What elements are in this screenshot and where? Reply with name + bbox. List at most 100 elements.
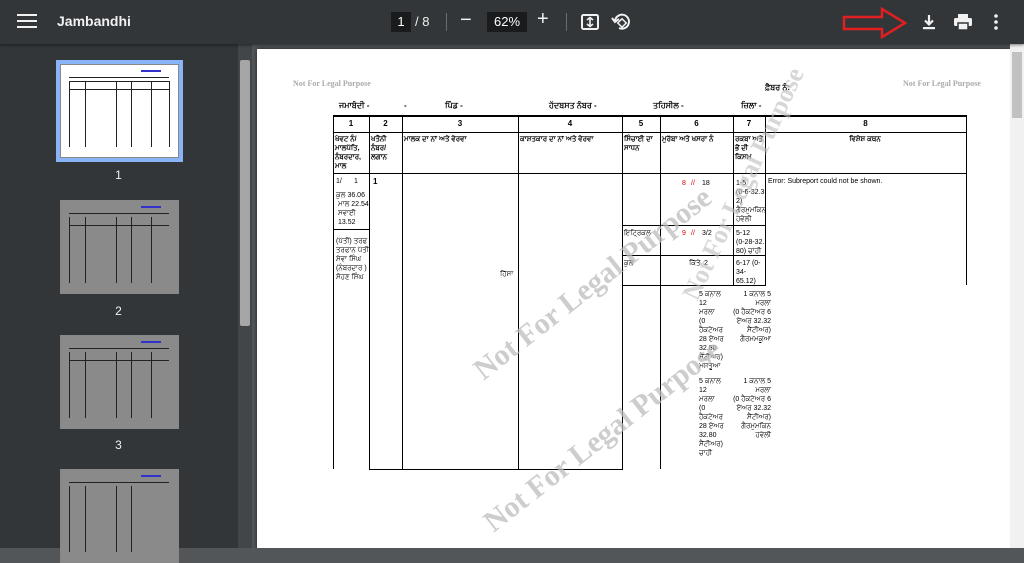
more-options-icon[interactable] bbox=[993, 14, 999, 35]
zoom-level-input[interactable]: 62% bbox=[487, 12, 527, 32]
column-number: 8 bbox=[863, 119, 868, 128]
pdf-toolbar: Jambandhi 1 / 8 − 62% + bbox=[0, 0, 1024, 44]
khatoni-number: 1 bbox=[373, 177, 378, 186]
share-value: ਮਰਲਾ bbox=[755, 387, 771, 394]
share-value: ਸੈਂਟੀਅਰ) bbox=[699, 441, 723, 448]
thumbnail-sidebar: 1 2 3 bbox=[0, 44, 238, 563]
column-number: 6 bbox=[694, 119, 699, 128]
table-border bbox=[966, 115, 967, 285]
area-value: 5-12 bbox=[736, 230, 751, 237]
watermark-text: Not For Legal Purpose bbox=[903, 79, 981, 88]
column-number: 5 bbox=[638, 119, 644, 128]
col1-value: (ਪੱਤੀ) ਤਰਫ bbox=[336, 238, 368, 245]
zoom-out-button[interactable]: − bbox=[460, 9, 472, 32]
share-value: 12 bbox=[699, 387, 707, 394]
header-field: - bbox=[404, 101, 407, 110]
col1-value: ਸੋਹਣ ਸਿੰਘ bbox=[336, 274, 364, 281]
share-value: ਹੈਕਟੇਅਰ bbox=[699, 327, 723, 334]
share-value: ਸੈਂਟੀਅਰ) bbox=[747, 327, 771, 334]
share-value: ਹਵੇਲੀ bbox=[755, 432, 771, 439]
owner-note: ਹਿੱਸਾ bbox=[500, 271, 514, 278]
col1-value: ਸੇਵਾ ਸਿੰਘ bbox=[336, 256, 362, 263]
share-value: (0 bbox=[699, 405, 706, 412]
toolbar-divider bbox=[566, 13, 567, 31]
share-value: ਮਰਲਾ bbox=[755, 300, 771, 307]
toolbar-divider bbox=[446, 13, 447, 31]
khewat-number: 1/ bbox=[336, 178, 342, 185]
column-number: 4 bbox=[567, 119, 573, 128]
share-value: (0 ਹੈਕਟੇਅਰ 6 bbox=[733, 309, 771, 316]
table-border bbox=[333, 229, 369, 230]
viewer-scrollbar-thumb[interactable] bbox=[1012, 52, 1022, 118]
header-field: ਜਮਾਬੰਦੀ - bbox=[339, 101, 370, 110]
column-header: ਮਾਲਕ ਦਾ ਨਾਂ ਅਤੇ ਵੇਰਵਾ bbox=[404, 136, 467, 143]
header-field: ਜ਼ਿਲਾ - bbox=[741, 101, 762, 110]
table-border bbox=[333, 173, 966, 174]
area-value: 6-17 (0- bbox=[736, 260, 761, 267]
col1-value: (ਨੰਬਰਦਾਰ ) bbox=[336, 265, 367, 272]
share-value: 28 ਏਅਰ bbox=[699, 423, 724, 430]
page-count: / 8 bbox=[415, 14, 430, 29]
col1-value: ਤਰਫਾਨ ਪੱਤੀ bbox=[336, 247, 369, 254]
share-value: 32.80 bbox=[699, 432, 717, 439]
share-value: ਏਅਰ 32.32 bbox=[736, 318, 771, 325]
column-header: ਖੇਵਟ ਨੰ/ ਮਾਲਪੱਤਿ, ਨੰਬਰਦਾਰ, ਮਾਲ bbox=[335, 136, 362, 170]
thumbnail-label: 2 bbox=[115, 304, 122, 318]
share-value: ਮਰਲਾ bbox=[699, 309, 715, 316]
col1-value: ਮਾਲ 22.54 bbox=[338, 201, 369, 208]
table-border bbox=[333, 115, 334, 469]
table-border bbox=[660, 115, 661, 469]
col1-value: ਸਵਾਈ bbox=[338, 210, 356, 217]
page-number-input[interactable]: 1 bbox=[391, 12, 411, 32]
share-value: ਚਾਹੀ bbox=[699, 450, 713, 457]
share-value: 1 ਕਨਾਲ 5 bbox=[743, 378, 771, 385]
col1-value: 13.52 bbox=[338, 219, 356, 226]
document-title: Jambandhi bbox=[57, 13, 131, 29]
thumbnail-label: 1 bbox=[115, 168, 122, 182]
table-border bbox=[333, 132, 966, 133]
page-thumbnail-3[interactable] bbox=[60, 335, 179, 429]
rotate-icon[interactable] bbox=[610, 11, 632, 38]
header-field: ਤਹਿਸੀਲ - bbox=[653, 101, 684, 110]
column-header: ਵਿਸ਼ੇਸ਼ ਕਥਨ bbox=[849, 136, 881, 143]
menu-icon[interactable] bbox=[14, 10, 40, 34]
column-header: ਸਿੰਚਾਈ ਦਾ ਸਾਧਨ bbox=[624, 136, 653, 152]
share-value: ਹੈਕਟੇਅਰ bbox=[699, 414, 723, 421]
zoom-in-button[interactable]: + bbox=[537, 8, 549, 31]
thumbnail-label: 3 bbox=[115, 438, 122, 452]
page-thumbnail-1[interactable] bbox=[56, 60, 183, 162]
share-value: ਏਅਰ 32.32 bbox=[736, 405, 771, 412]
viewer-scrollbar[interactable] bbox=[1010, 44, 1024, 548]
fit-to-page-icon[interactable] bbox=[580, 12, 600, 37]
download-icon[interactable] bbox=[920, 13, 938, 36]
sidebar-scrollbar-thumb[interactable] bbox=[240, 60, 250, 326]
area-value: 65.12) bbox=[736, 278, 756, 285]
column-header: ਮੁਰੱਬਾ ਅਤੇ ਖਸਰਾ ਨੰ bbox=[662, 136, 714, 143]
remark-text: Error: Subreport could not be shown. bbox=[768, 178, 883, 185]
area-value: 80) ਚਾਹੀ bbox=[736, 248, 762, 255]
table-border bbox=[402, 115, 403, 469]
share-value: 1 ਕਨਾਲ 5 bbox=[743, 291, 771, 298]
share-value: (0 bbox=[699, 318, 706, 325]
document-viewer[interactable]: Not For Legal Purpose Not For Legal Purp… bbox=[252, 44, 1024, 548]
col1-value: ਕੁਲ 36.06 bbox=[336, 192, 365, 199]
page-thumbnail-4[interactable] bbox=[60, 469, 179, 563]
share-value: ਗੈਰਮਮਕੂਆ bbox=[740, 336, 771, 343]
share-value: (0 ਹੈਕਟੇਅਰ 6 bbox=[733, 396, 771, 403]
murabba-number: 8 bbox=[682, 180, 686, 187]
area-value: (0-28-32. bbox=[736, 239, 765, 246]
share-value: ਮਰਲਾ bbox=[699, 396, 715, 403]
pdf-page: Not For Legal Purpose Not For Legal Purp… bbox=[257, 49, 1010, 548]
column-header: ਕਾਸ਼ਤਕਾਰ ਦਾ ਨਾਂ ਅਤੇ ਵੇਰਵਾ bbox=[520, 136, 594, 143]
watermark-text: Not For Legal Purpose bbox=[293, 79, 371, 88]
share-value: ਸੈਂਟੀਅਰ) bbox=[747, 414, 771, 421]
table-border bbox=[333, 115, 966, 117]
header-field: ਪਿੰਡ - bbox=[445, 101, 463, 110]
header-field: ਹੱਦਬਸਤ ਨੰਬਰ - bbox=[549, 101, 597, 110]
column-number: 2 bbox=[383, 119, 388, 128]
red-arrow-annotation bbox=[842, 6, 908, 45]
column-header: ਖਤੌਨੀ ਨੰਬਰ/ ਲਗਾਨ bbox=[371, 136, 387, 161]
page-thumbnail-2[interactable] bbox=[60, 200, 179, 294]
print-icon[interactable] bbox=[953, 13, 973, 36]
table-border bbox=[518, 115, 519, 469]
